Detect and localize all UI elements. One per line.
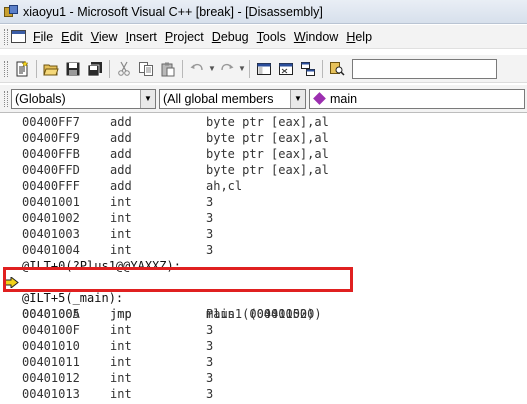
new-text-file-icon[interactable] bbox=[11, 58, 33, 80]
menu-tools[interactable]: Tools bbox=[253, 27, 290, 47]
filter-value: (All global members bbox=[163, 91, 274, 106]
wizard-bar: (Globals) ▼ (All global members ▼ main bbox=[0, 85, 527, 113]
wizardbar-grip[interactable] bbox=[4, 90, 8, 107]
menu-view[interactable]: View bbox=[87, 27, 122, 47]
window-list-icon[interactable] bbox=[297, 58, 319, 80]
menu-insert[interactable]: Insert bbox=[122, 27, 161, 47]
undo-dropdown-arrow-icon[interactable]: ▼ bbox=[208, 64, 216, 73]
chevron-down-icon[interactable]: ▼ bbox=[140, 89, 155, 108]
output-icon[interactable] bbox=[275, 58, 297, 80]
workspace-icon[interactable] bbox=[253, 58, 275, 80]
menu-bar: File Edit View Insert Project Debug Tool… bbox=[0, 25, 527, 49]
copy-icon[interactable] bbox=[135, 58, 157, 80]
toolbar-separator bbox=[36, 59, 37, 78]
window-title: xiaoyu1 - Microsoft Visual C++ [break] -… bbox=[23, 4, 323, 19]
code-line[interactable]: 00400FFD add byte ptr [eax],al bbox=[0, 162, 527, 178]
find-input[interactable] bbox=[352, 58, 497, 79]
code-line[interactable]: 00401010 int 3 bbox=[0, 338, 527, 354]
toolbar-separator bbox=[182, 59, 183, 78]
toolbar-separator bbox=[109, 59, 110, 78]
save-icon[interactable] bbox=[62, 58, 84, 80]
title-bar: xiaoyu1 - Microsoft Visual C++ [break] -… bbox=[0, 0, 527, 24]
toolbar-grip[interactable] bbox=[4, 60, 8, 77]
find-in-files-icon[interactable] bbox=[326, 58, 348, 80]
redo-dropdown-arrow-icon[interactable]: ▼ bbox=[238, 64, 246, 73]
toolbar-separator bbox=[322, 59, 323, 78]
code-line[interactable]: 00400FF7 add byte ptr [eax],al bbox=[0, 114, 527, 130]
code-line[interactable]: 0040100A jmp main (00401050) bbox=[0, 306, 527, 322]
toolbar-separator bbox=[249, 59, 250, 78]
code-line[interactable]: 00400FF9 add byte ptr [eax],al bbox=[0, 130, 527, 146]
open-folder-icon[interactable] bbox=[40, 58, 62, 80]
undo-icon[interactable] bbox=[186, 58, 208, 80]
menu-edit[interactable]: Edit bbox=[57, 27, 87, 47]
chevron-down-icon[interactable]: ▼ bbox=[290, 89, 305, 108]
menu-project[interactable]: Project bbox=[161, 27, 208, 47]
code-line[interactable]: 00401002 int 3 bbox=[0, 210, 527, 226]
visual-cpp-app-icon[interactable] bbox=[4, 4, 18, 19]
code-line[interactable]: 00401001 int 3 bbox=[0, 194, 527, 210]
code-line[interactable]: 0040100F int 3 bbox=[0, 322, 527, 338]
menu-debug[interactable]: Debug bbox=[208, 27, 253, 47]
code-line[interactable]: 00401004 int 3 bbox=[0, 242, 527, 258]
code-line[interactable]: 00401012 int 3 bbox=[0, 370, 527, 386]
code-line[interactable]: 00400FFB add byte ptr [eax],al bbox=[0, 146, 527, 162]
redo-icon[interactable] bbox=[216, 58, 238, 80]
code-line[interactable]: 00401011 int 3 bbox=[0, 354, 527, 370]
class-scope-value: (Globals) bbox=[15, 91, 66, 106]
current-line-highlight-box bbox=[3, 267, 353, 292]
document-window-icon[interactable] bbox=[11, 30, 26, 43]
member-value: main bbox=[330, 91, 358, 106]
cut-icon[interactable] bbox=[113, 58, 135, 80]
code-label-line[interactable]: @ILT+5(_main): bbox=[0, 290, 527, 306]
member-combo[interactable]: main bbox=[309, 88, 525, 109]
code-line[interactable]: 00400FFF add ah,cl bbox=[0, 178, 527, 194]
menu-file[interactable]: File bbox=[29, 27, 57, 47]
menu-help[interactable]: Help bbox=[342, 27, 376, 47]
save-all-icon[interactable] bbox=[84, 58, 106, 80]
function-member-icon bbox=[313, 92, 326, 105]
menu-window[interactable]: Window bbox=[290, 27, 342, 47]
filter-combo[interactable]: (All global members ▼ bbox=[159, 88, 306, 109]
code-line[interactable]: 00401013 int 3 bbox=[0, 386, 527, 402]
standard-toolbar: ▼ ▼ bbox=[0, 55, 527, 83]
paste-icon[interactable] bbox=[157, 58, 179, 80]
class-scope-combo[interactable]: (Globals) ▼ bbox=[11, 88, 156, 109]
disassembly-view[interactable]: 00400FF7 add byte ptr [eax],al 00400FF9 add… bbox=[0, 114, 527, 404]
menubar-grip[interactable] bbox=[4, 28, 8, 45]
code-line[interactable]: 00401003 int 3 bbox=[0, 226, 527, 242]
